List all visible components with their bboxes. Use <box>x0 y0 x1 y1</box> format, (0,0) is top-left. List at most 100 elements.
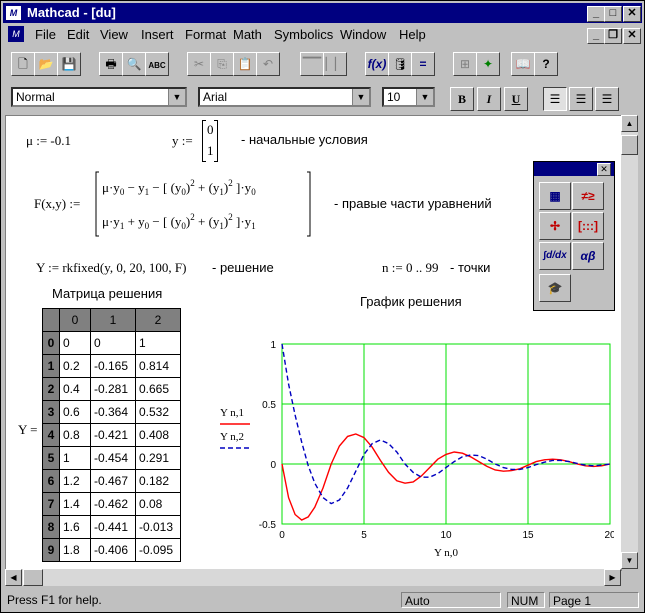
menu-view[interactable]: View <box>100 27 128 42</box>
cut-button[interactable]: ✂ <box>187 52 211 76</box>
menu-help[interactable]: Help <box>399 27 426 42</box>
boolean-button[interactable]: ≠≥ <box>572 182 604 210</box>
chevron-down-icon[interactable]: ▼ <box>168 89 185 105</box>
svg-text:μ·y0 − y1 − [ (y0)2 + (y1)2 ]·: μ·y0 − y1 − [ (y0)2 + (y1)2 ]·y0 <box>102 178 256 197</box>
insert-component-button[interactable]: ⊞ <box>453 52 477 76</box>
print-preview-button[interactable]: 🔍 <box>122 52 146 76</box>
status-num: NUM <box>507 592 545 608</box>
n-definition[interactable]: n := 0 .. 99 <box>382 260 438 276</box>
matrix-cell: 0 <box>90 331 136 355</box>
horizontal-scrollbar[interactable]: ◀ ▶ <box>5 569 621 586</box>
minimize-icon: _ <box>592 7 600 19</box>
mathcad-app-icon[interactable]: M <box>6 6 21 20</box>
doc-close-button[interactable]: ✕ <box>623 28 641 44</box>
programming-button[interactable]: 🎓 <box>539 274 571 302</box>
bold-button[interactable]: B <box>450 87 474 111</box>
matrix-button[interactable]: [:::] <box>572 212 604 240</box>
print-button[interactable]: 🖶 <box>99 52 123 76</box>
open-button[interactable]: 📂 <box>34 52 58 76</box>
scroll-down-icon[interactable]: ▼ <box>621 552 638 569</box>
scroll-left-icon[interactable]: ◀ <box>5 569 22 586</box>
F-lhs[interactable]: F(x,y) := <box>34 196 80 212</box>
matrix-lhs[interactable]: Y = <box>18 422 38 438</box>
mathcad-doc-icon[interactable]: M <box>8 26 24 42</box>
electronic-book-button[interactable]: 📖 <box>511 52 535 76</box>
insert-unit-button[interactable]: 🛢 <box>388 52 412 76</box>
font-select[interactable]: Arial ▼ <box>198 87 371 107</box>
align-left-button[interactable]: ☰ <box>543 87 567 111</box>
F-rhs-vector[interactable]: μ·y0 − y1 − [ (y0)2 + (y1)2 ]·y0 μ·y1 + … <box>94 170 314 240</box>
align-center-button[interactable]: ☰ <box>569 87 593 111</box>
Y-definition[interactable]: Y := rkfixed(y, 0, 20, 100, F) <box>36 260 186 276</box>
calculus-button[interactable]: ∫d/dx <box>539 242 571 270</box>
underline-button[interactable]: U <box>504 87 528 111</box>
align-left-icon: ☰ <box>549 92 561 106</box>
minimize-button[interactable]: _ <box>587 6 605 22</box>
undo-button[interactable]: ↶ <box>256 52 280 76</box>
palette-title-bar[interactable]: ✕ <box>534 162 614 176</box>
resource-center-button[interactable]: ✦ <box>476 52 500 76</box>
maximize-button[interactable]: □ <box>604 6 622 22</box>
print-icon: 🖶 <box>105 57 117 71</box>
solution-chart[interactable]: 05101520-0.500.51Y n,1Y n,2Y n,0 <box>210 328 614 570</box>
matrix-row-header: 5 <box>42 446 60 470</box>
scroll-thumb[interactable] <box>23 569 43 586</box>
doc-minimize-button[interactable]: _ <box>587 28 605 44</box>
y-definition[interactable]: y := <box>172 133 193 149</box>
scroll-up-icon[interactable]: ▲ <box>621 115 638 132</box>
font-size-select[interactable]: 10 ▼ <box>382 87 435 107</box>
print-preview-icon: 🔍 <box>126 57 142 71</box>
greek-button[interactable]: αβ <box>572 242 604 270</box>
align-right-button[interactable]: ☰ <box>595 87 619 111</box>
menu-symbolics[interactable]: Symbolics <box>274 27 333 42</box>
align-vertical-button[interactable]: ▏▏ <box>323 52 347 76</box>
table-row: 7 1.4 -0.462 0.08 <box>42 492 181 516</box>
cut-icon: ✂ <box>193 57 205 71</box>
matrix-col-header: 0 <box>59 308 91 332</box>
menu-format[interactable]: Format <box>185 27 226 42</box>
align-horizontal-button[interactable]: ▔▔ <box>300 52 324 76</box>
menu-file[interactable]: File <box>35 27 56 42</box>
vertical-scrollbar[interactable]: ▲ ▼ <box>621 115 638 569</box>
solution-note[interactable]: - решение <box>212 260 274 275</box>
menu-math[interactable]: Math <box>233 27 262 42</box>
spellcheck-button[interactable]: ABC <box>145 52 169 76</box>
matrix-cell: 0.08 <box>135 492 181 516</box>
menu-window[interactable]: Window <box>340 27 386 42</box>
points-note[interactable]: - точки <box>450 260 490 275</box>
calculate-button[interactable]: = <box>411 52 435 76</box>
mu-definition[interactable]: μ := -0.1 <box>26 133 71 149</box>
calculator-button[interactable]: ▦ <box>539 182 571 210</box>
y-tick-label: -0.5 <box>259 520 277 531</box>
paste-button[interactable]: 📋 <box>233 52 257 76</box>
solution-matrix[interactable]: 0 1 2 0 0 0 1 1 0.2 -0.165 0.814 2 0.4 -0.281 0.665… <box>42 308 181 562</box>
italic-button[interactable]: I <box>477 87 501 111</box>
chevron-down-icon[interactable]: ▼ <box>416 89 433 105</box>
style-select[interactable]: Normal ▼ <box>11 87 187 107</box>
scroll-thumb[interactable] <box>621 135 638 155</box>
title-bar[interactable]: M Mathcad - [du] _ □ ✕ <box>3 3 642 23</box>
save-button[interactable]: 💾 <box>57 52 81 76</box>
menu-edit[interactable]: Edit <box>67 27 89 42</box>
chevron-down-icon[interactable]: ▼ <box>352 89 369 105</box>
graph-title[interactable]: График решения <box>360 294 462 309</box>
doc-restore-button[interactable]: ❐ <box>604 28 622 44</box>
matrix-title[interactable]: Матрица решения <box>52 286 162 301</box>
copy-button[interactable]: ⎘ <box>210 52 234 76</box>
worksheet[interactable]: μ := -0.1 y := 0 1 - начальные условия F… <box>5 115 622 571</box>
table-row: 2 0.4 -0.281 0.665 <box>42 377 181 401</box>
insert-function-button[interactable]: f(x) <box>365 52 389 76</box>
initial-conditions-note[interactable]: - начальные условия <box>241 132 368 147</box>
graph-button[interactable]: ✢ <box>539 212 571 240</box>
y-vector[interactable]: 0 1 <box>202 120 218 162</box>
new-button[interactable]: 🗋 <box>11 52 35 76</box>
close-button[interactable]: ✕ <box>623 6 641 22</box>
scroll-right-icon[interactable]: ▶ <box>604 569 621 586</box>
help-button[interactable]: ? <box>534 52 558 76</box>
matrix-cell: -0.165 <box>90 354 136 378</box>
close-icon[interactable]: ✕ <box>597 163 611 176</box>
matrix-row-header: 4 <box>42 423 60 447</box>
menu-insert[interactable]: Insert <box>141 27 174 42</box>
matrix-cell: 0 <box>59 331 91 355</box>
rhs-note[interactable]: - правые части уравнений <box>334 196 492 211</box>
